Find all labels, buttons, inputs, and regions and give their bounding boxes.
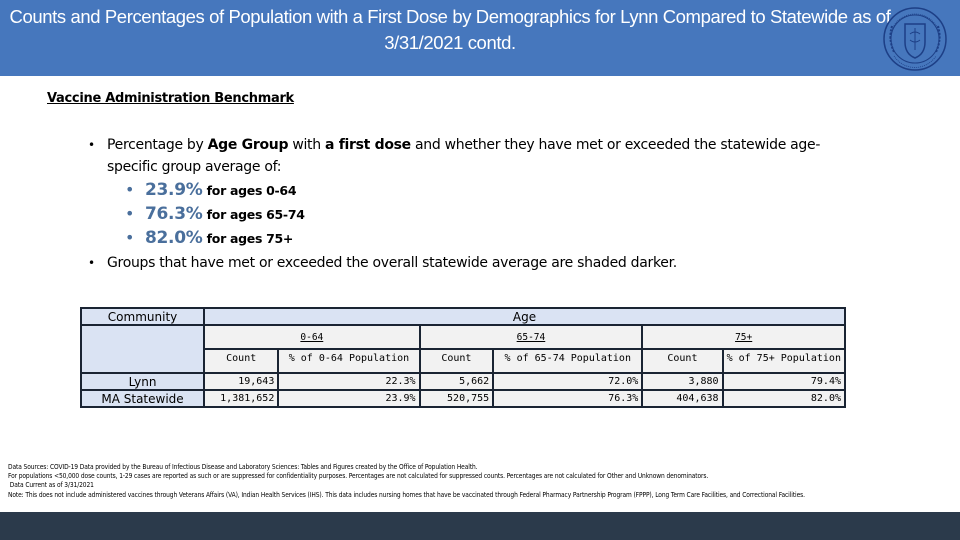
column-header: Count xyxy=(203,348,280,374)
table-row: Lynn 19,643 22.3% 5,662 72.0% 3,880 79.4… xyxy=(79,372,847,391)
bullet-icon: • xyxy=(125,180,135,199)
bullet-icon: • xyxy=(88,138,95,152)
benchmark-label: for ages 75+ xyxy=(206,231,294,246)
column-header: % of 0-64 Population xyxy=(277,348,421,374)
bullet-text: with xyxy=(288,137,325,153)
table-group-row: 0-64 65-74 75+ xyxy=(79,324,846,374)
table-row: MA Statewide 1,381,652 23.9% 520,755 76.… xyxy=(79,389,847,408)
community-name: MA Statewide xyxy=(79,389,206,408)
section-heading: Vaccine Administration Benchmark xyxy=(47,91,294,106)
benchmark-item: • 23.9% for ages 0-64 xyxy=(119,178,868,202)
benchmark-bullets: • Percentage by Age Group with a first d… xyxy=(88,134,868,274)
note-line: Data Sources: COVID-19 Data provided by … xyxy=(8,463,478,471)
age-group-table: Community Age 0-64 65-74 75+ Count % of … xyxy=(79,307,847,408)
bullet-bold-age-group: Age Group xyxy=(207,137,289,153)
benchmark-list: • 23.9% for ages 0-64 • 76.3% for ages 6… xyxy=(119,178,868,250)
column-header: Count xyxy=(641,348,724,374)
community-header-blank xyxy=(79,324,206,374)
state-seal-icon xyxy=(883,7,947,71)
bullet-shading-note: • Groups that have met or exceeded the o… xyxy=(88,252,868,274)
bullet-icon: • xyxy=(88,256,95,270)
cell-value: 3,880 xyxy=(641,372,724,391)
benchmark-percent: 76.3% xyxy=(145,204,203,224)
cell-value: 19,643 xyxy=(203,372,280,391)
table-header-row: Community Age xyxy=(79,307,846,326)
title-banner: Counts and Percentages of Population wit… xyxy=(0,0,960,76)
cell-value: 520,755 xyxy=(418,389,495,408)
bullet-age-group: • Percentage by Age Group with a first d… xyxy=(88,134,868,250)
bullet-bold-first-dose: a first dose xyxy=(324,137,411,153)
data-source-notes: Data Sources: COVID-19 Data provided by … xyxy=(8,463,958,500)
page-title: Counts and Percentages of Population wit… xyxy=(9,6,891,53)
cell-value: 72.0% xyxy=(492,372,644,391)
age-header: Age xyxy=(203,307,846,326)
community-header: Community xyxy=(79,307,206,326)
cell-value: 404,638 xyxy=(641,389,724,408)
note-line: Note: This does not include administered… xyxy=(8,490,805,499)
cell-value: 76.3% xyxy=(492,389,644,408)
benchmark-percent: 23.9% xyxy=(145,180,203,200)
bullet-text: Groups that have met or exceeded the ove… xyxy=(107,255,677,271)
community-name: Lynn xyxy=(79,372,206,391)
cell-value: 82.0% xyxy=(721,389,847,408)
bullet-icon: • xyxy=(125,228,135,247)
cell-value: 22.3% xyxy=(277,372,421,391)
note-line: Data Current as of 3/31/2021 xyxy=(8,481,94,490)
benchmark-percent: 82.0% xyxy=(145,228,203,248)
note-line: For populations <50,000 dose counts, 1-2… xyxy=(8,472,709,481)
column-header: % of 75+ Population xyxy=(721,348,847,374)
group-header-0-64: 0-64 xyxy=(203,324,421,350)
column-header: Count xyxy=(418,348,495,374)
benchmark-item: • 82.0% for ages 75+ xyxy=(119,226,868,250)
cell-value: 79.4% xyxy=(721,372,847,391)
group-header-75plus: 75+ xyxy=(641,324,846,350)
benchmark-label: for ages 65-74 xyxy=(206,207,305,222)
cell-value: 5,662 xyxy=(418,372,495,391)
benchmark-item: • 76.3% for ages 65-74 xyxy=(119,202,868,226)
column-header: % of 65-74 Population xyxy=(492,348,644,374)
cell-value: 23.9% xyxy=(277,389,421,408)
bullet-icon: • xyxy=(125,204,135,223)
footer-bar xyxy=(0,512,960,540)
cell-value: 1,381,652 xyxy=(203,389,280,408)
bullet-text: Percentage by xyxy=(107,137,208,153)
benchmark-label: for ages 0-64 xyxy=(206,183,297,198)
group-header-65-74: 65-74 xyxy=(418,324,644,350)
